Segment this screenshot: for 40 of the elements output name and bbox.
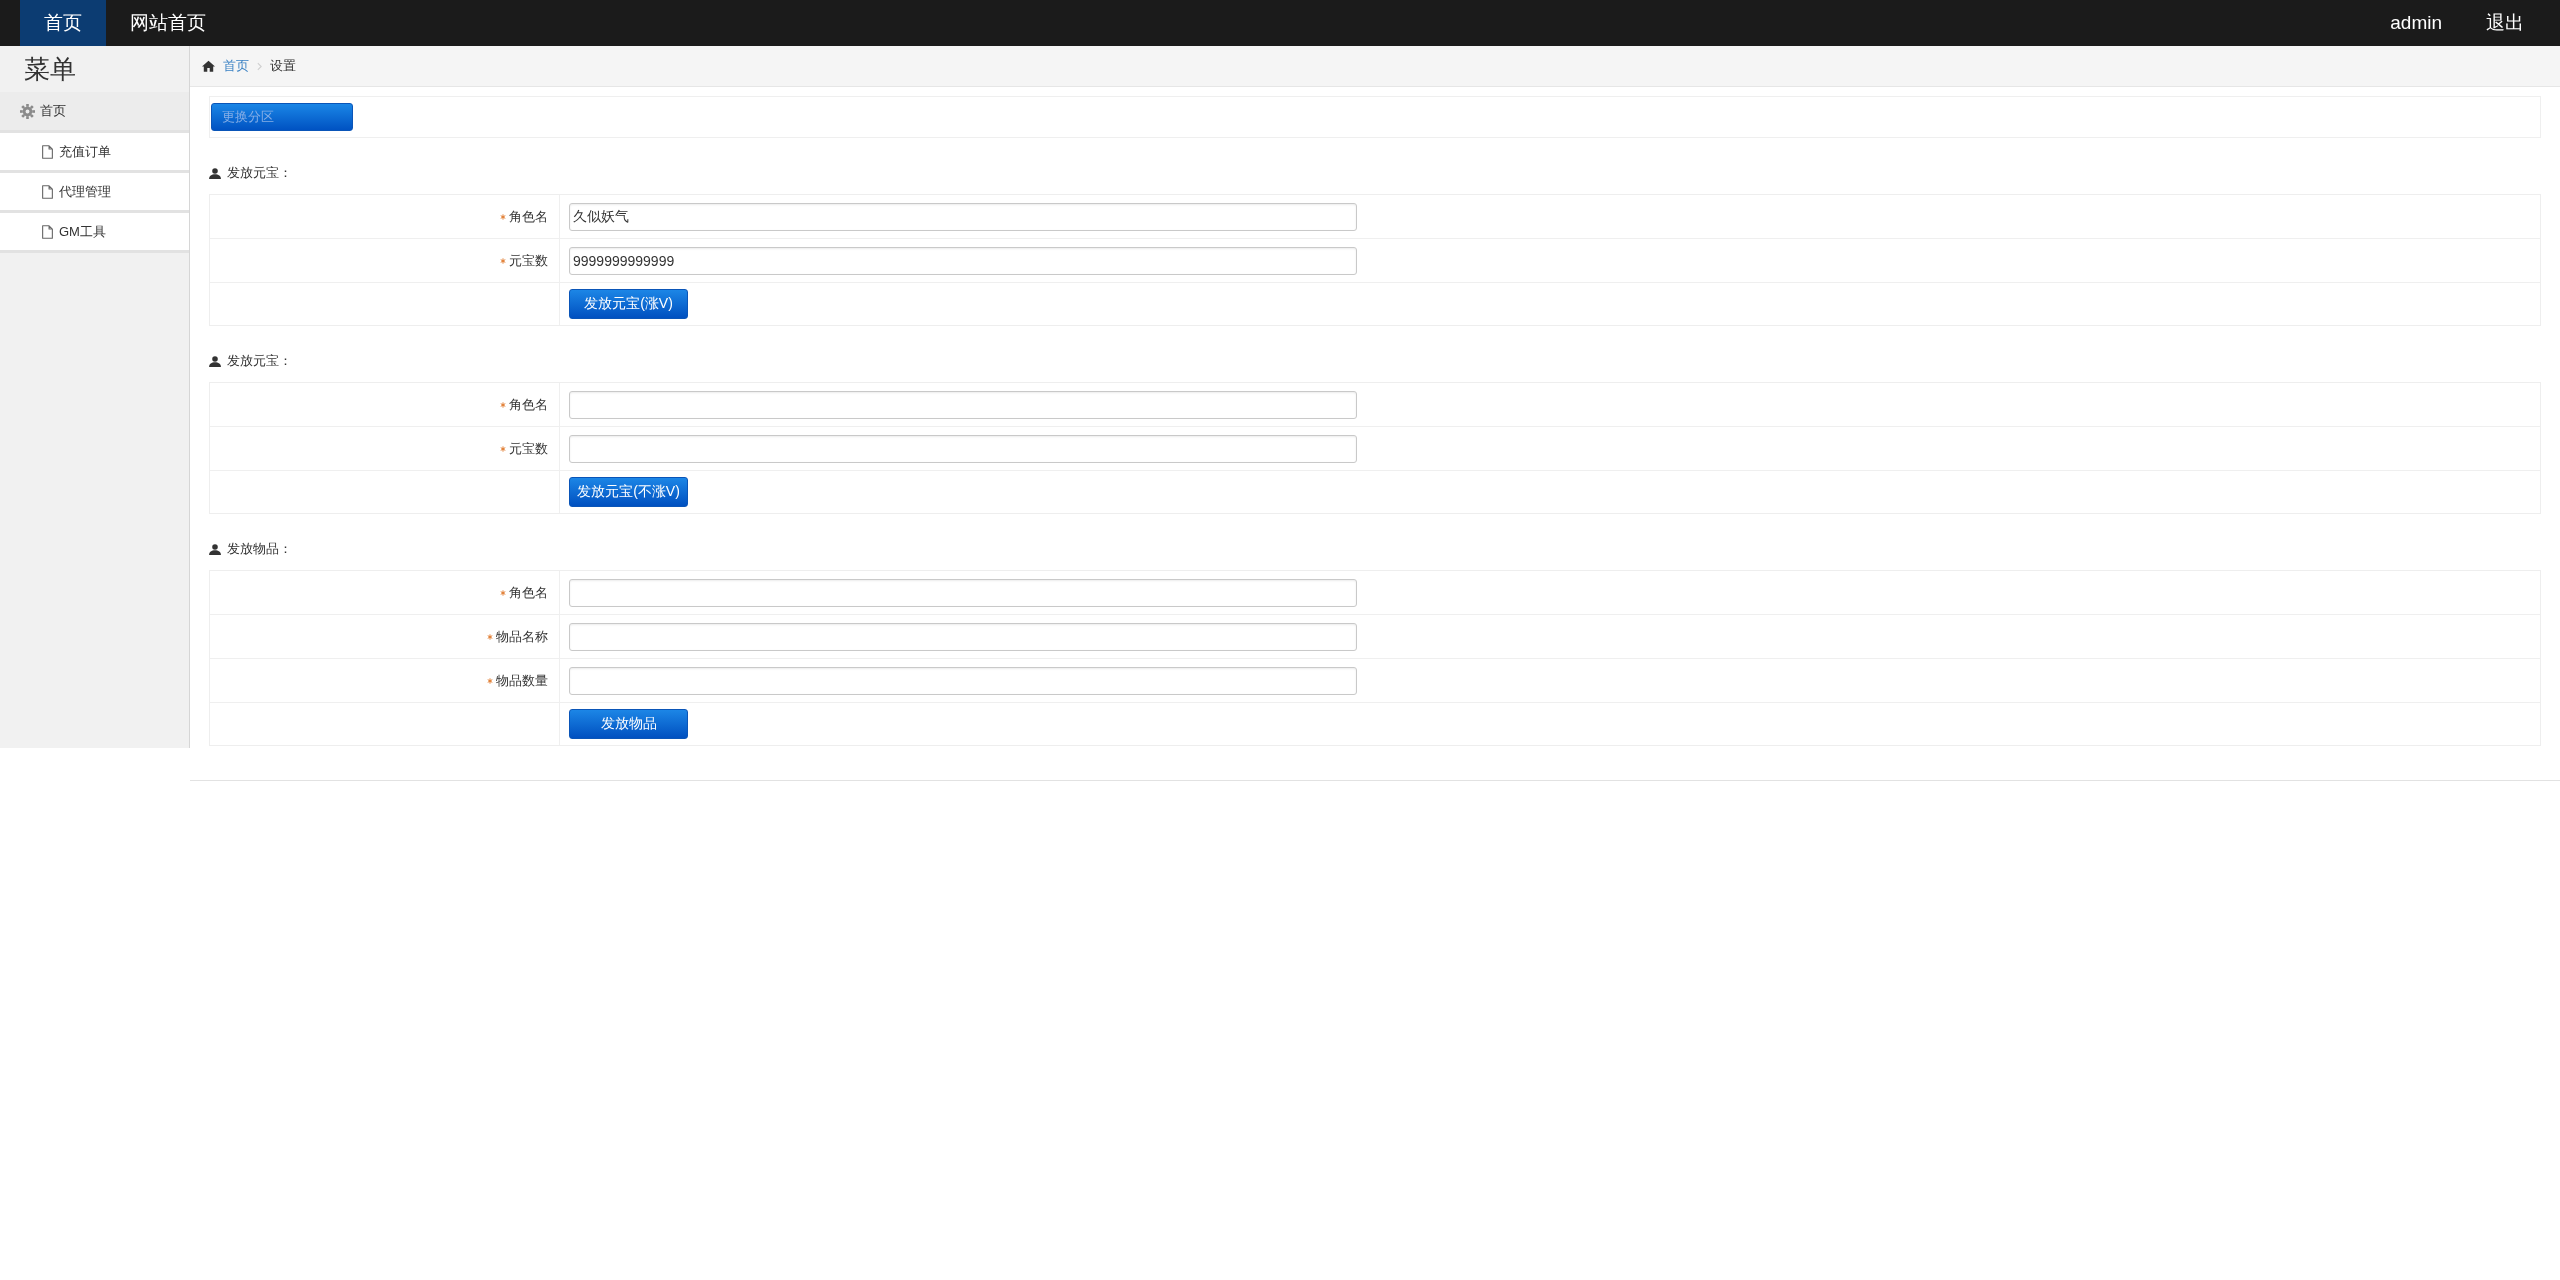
section-title: 发放物品： [227, 540, 292, 558]
input-field[interactable] [569, 434, 1357, 463]
input-field[interactable]: 久似妖气 [569, 202, 1357, 231]
field-label: 元宝数 [509, 439, 548, 458]
user-icon [209, 543, 221, 555]
input-field[interactable] [569, 666, 1357, 695]
gear-icon [20, 103, 35, 119]
nav-tab[interactable]: 首页 [20, 0, 106, 46]
field-label: 角色名 [509, 395, 548, 414]
field-label: 物品数量 [496, 671, 548, 690]
field-label: 角色名 [509, 583, 548, 602]
field-label: 物品名称 [496, 627, 548, 646]
input-field[interactable] [569, 390, 1357, 419]
sidebar-group-item[interactable]: 首页 [0, 92, 189, 133]
sidebar-title: 菜单 [23, 53, 76, 86]
file-icon [42, 144, 53, 159]
logout-link[interactable]: 退出 [2464, 0, 2546, 46]
input-field[interactable]: 9999999999999 [569, 246, 1357, 275]
sidebar-item[interactable]: 代理管理 [0, 173, 189, 213]
username-link[interactable]: admin [2368, 0, 2464, 46]
file-icon [42, 184, 53, 199]
submit-button[interactable]: 发放物品 [569, 709, 688, 739]
home-icon [202, 60, 215, 72]
section-title: 发放元宝： [227, 164, 292, 182]
user-icon [209, 355, 221, 367]
breadcrumb-link[interactable]: 首页 [223, 57, 249, 75]
sidebar-item[interactable]: GM工具 [0, 213, 189, 253]
breadcrumb-current: 设置 [270, 57, 296, 75]
section-title: 发放元宝： [227, 352, 292, 370]
nav-tab[interactable]: 网站首页 [106, 0, 230, 46]
user-icon [209, 167, 221, 179]
field-label: 元宝数 [509, 251, 548, 270]
sidebar-item[interactable]: 充值订单 [0, 133, 189, 173]
submit-button[interactable]: 发放元宝(不涨V) [569, 477, 688, 507]
input-field[interactable] [569, 622, 1357, 651]
input-field[interactable] [569, 578, 1357, 607]
chevron-icon [257, 61, 262, 71]
file-icon [42, 224, 53, 239]
field-label: 角色名 [509, 207, 548, 226]
submit-button[interactable]: 发放元宝(涨V) [569, 289, 688, 319]
